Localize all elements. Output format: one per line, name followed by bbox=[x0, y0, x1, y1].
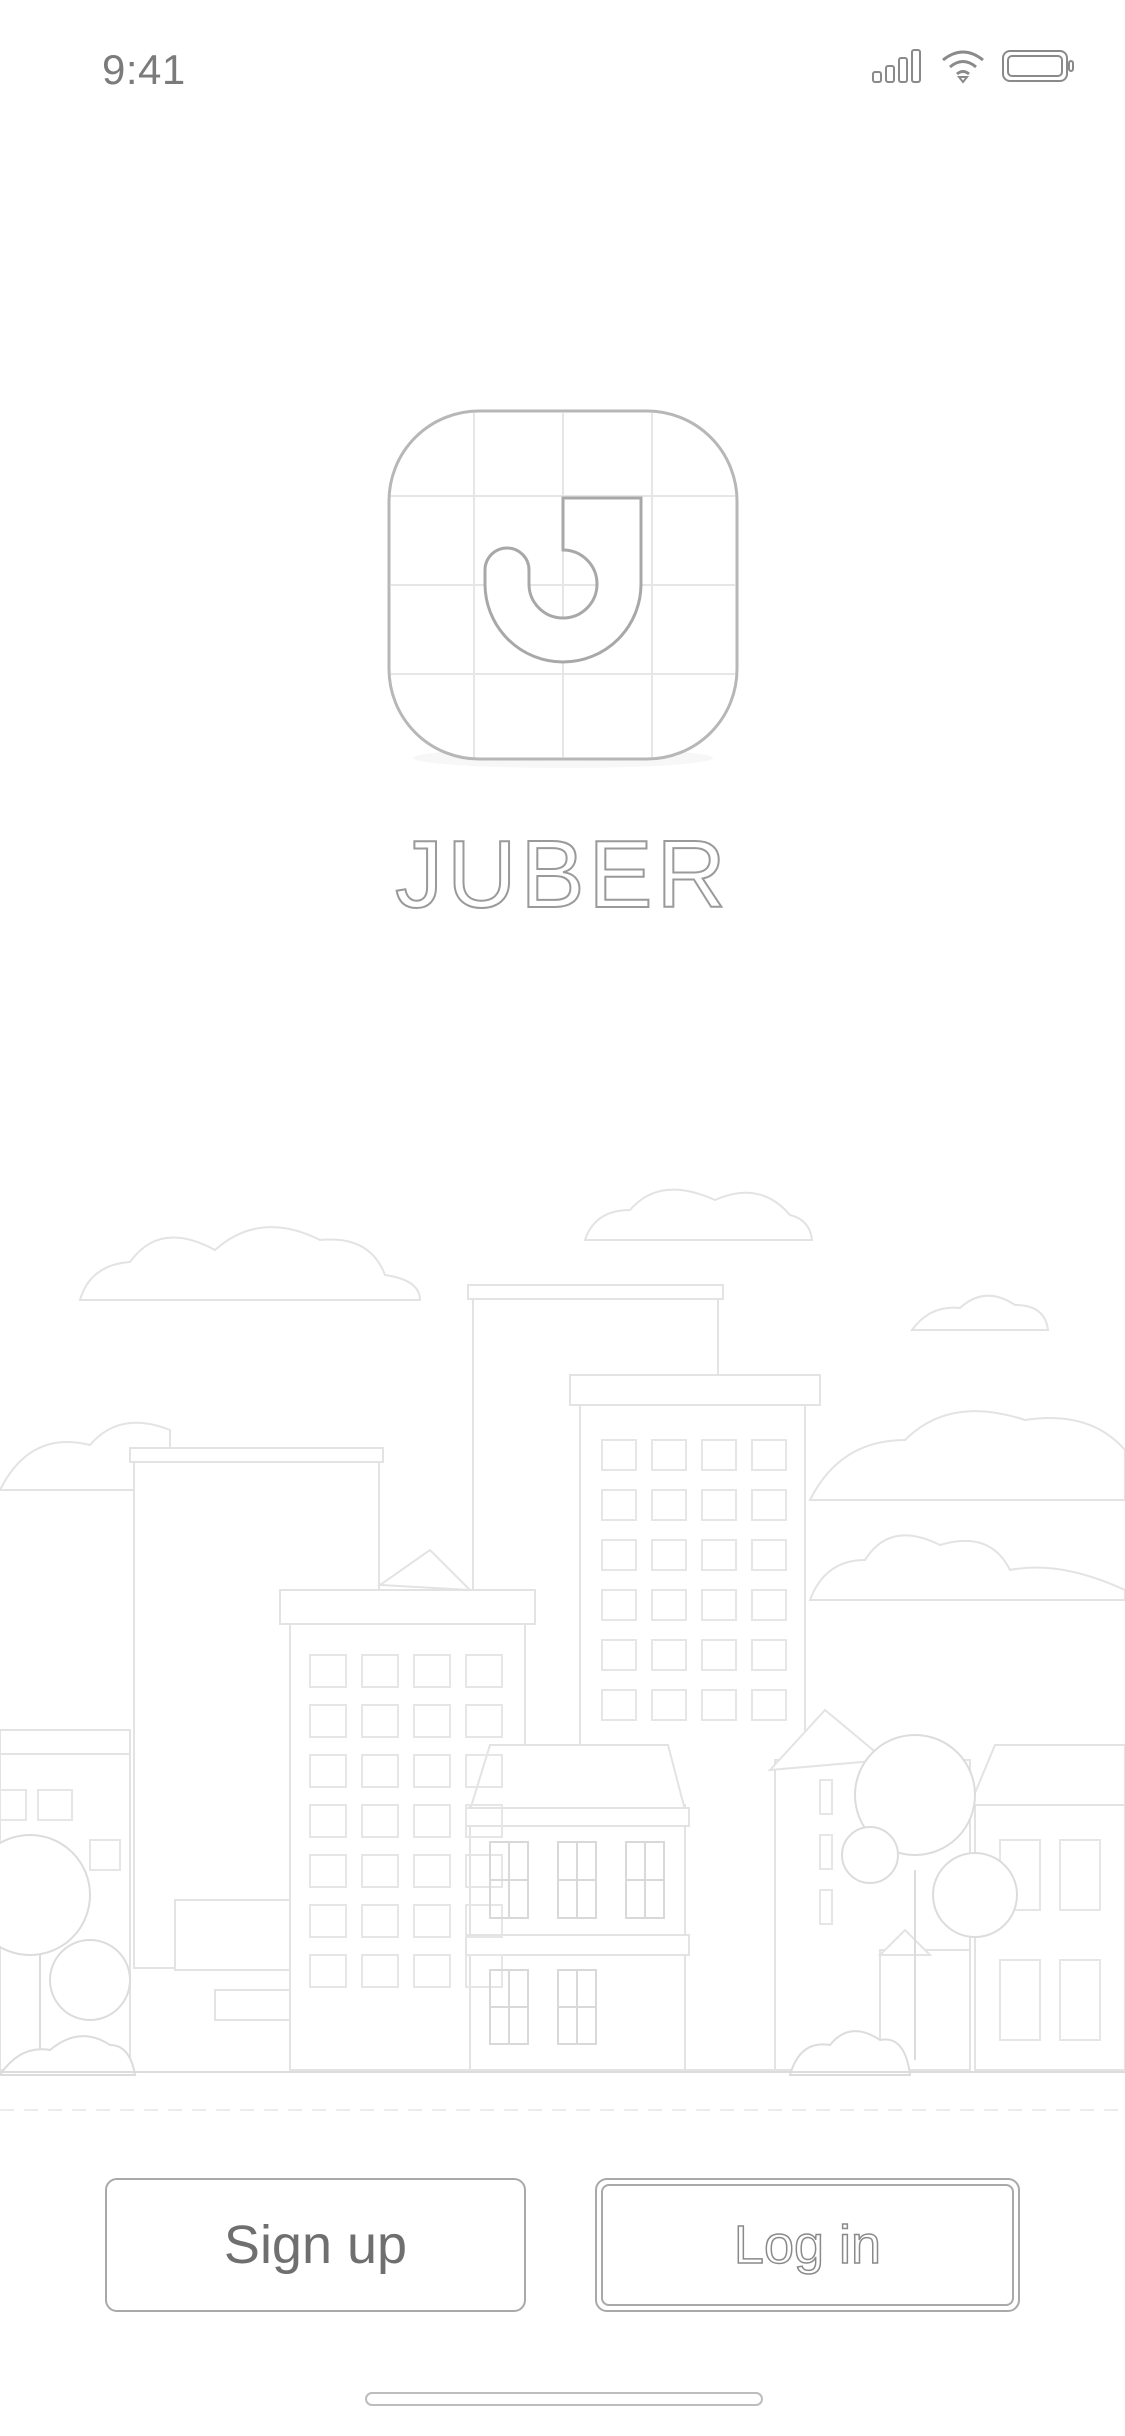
log-in-button[interactable]: Log in bbox=[595, 2178, 1020, 2312]
status-time: 9:41 bbox=[102, 46, 186, 93]
cellular-signal-icon bbox=[872, 49, 921, 83]
brand-name: JUBER bbox=[394, 820, 730, 929]
status-bar: 9:41 bbox=[0, 0, 1125, 140]
battery-icon bbox=[1002, 50, 1074, 82]
status-icons bbox=[871, 48, 1081, 92]
app-logo-icon bbox=[386, 408, 740, 770]
city-skyline-illustration bbox=[0, 1188, 1125, 2111]
log-in-label: Log in bbox=[733, 2214, 882, 2276]
sign-up-button[interactable]: Sign up bbox=[105, 2178, 526, 2312]
home-indicator[interactable] bbox=[365, 2392, 763, 2406]
wifi-icon bbox=[942, 50, 984, 84]
log-in-button-frame: Log in bbox=[601, 2184, 1014, 2306]
sign-up-label: Sign up bbox=[223, 2215, 408, 2275]
